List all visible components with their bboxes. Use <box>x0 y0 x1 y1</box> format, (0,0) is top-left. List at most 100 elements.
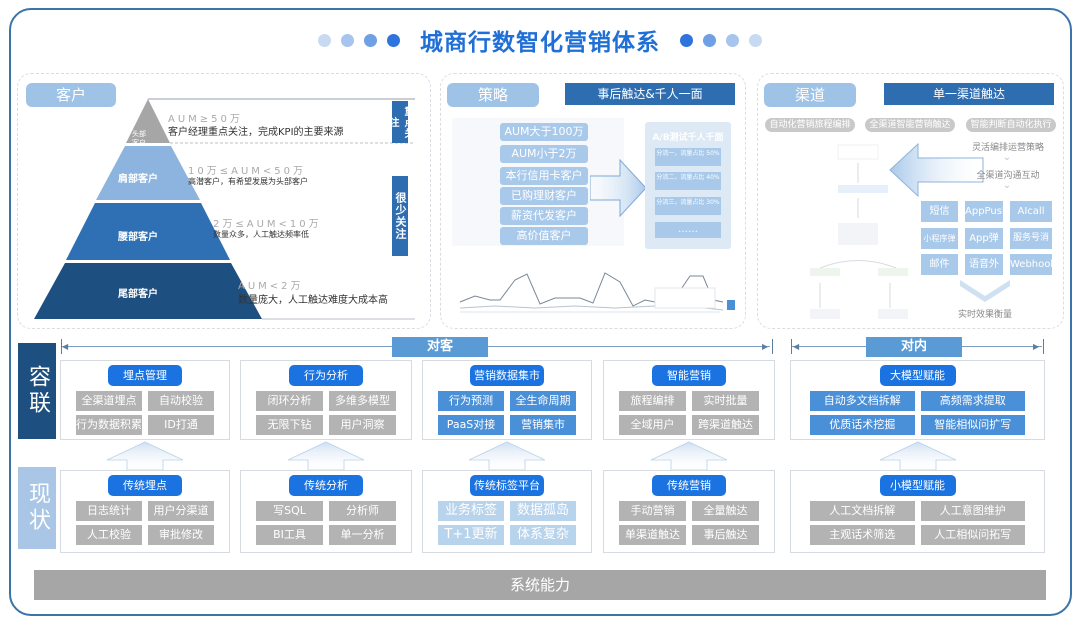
card-cell: 人工意图维护 <box>920 501 1025 521</box>
arrow-left-icon: ◀ <box>793 342 800 351</box>
up-arrow-icon <box>468 441 546 470</box>
card-cell: 单渠道触达 <box>619 525 686 545</box>
channel-item: AppPush <box>965 201 1008 222</box>
row-label-current: 现状 <box>18 467 56 549</box>
card-cell: 多维多模型 <box>329 391 396 411</box>
card-cell: 优质话术挖掘 <box>810 415 915 435</box>
arrow-left-icon: ◀ <box>62 342 69 351</box>
card-title: 埋点管理 <box>108 365 182 386</box>
card-cell: 营销集市 <box>510 415 576 435</box>
decor-dot <box>364 33 377 47</box>
card-cell: 用户分渠道 <box>148 501 214 521</box>
step-chevron-icon: ⌄ <box>1002 152 1012 163</box>
tier-waist-desc: 数量众多，人工触达频率低 <box>213 230 309 239</box>
capability-pill: 全渠道智能营销触达 <box>865 118 955 132</box>
little-focus-label: 很少关注 <box>392 176 408 256</box>
card-cell: BI工具 <box>256 525 323 545</box>
tier-shoulder-label: 肩部客户 <box>118 174 158 185</box>
card-cell: 业务标签 <box>438 501 504 521</box>
up-arrow-icon <box>106 441 184 470</box>
card-cell: PaaS对接 <box>438 415 504 435</box>
card-cell: 写SQL <box>256 501 323 521</box>
decor-dot <box>749 33 762 47</box>
card-cell: 无限下钻 <box>256 415 323 435</box>
card-cell: 智能相似问扩写 <box>920 415 1025 435</box>
trend-chart-thumbnail <box>459 272 735 313</box>
card-title: 智能营销 <box>652 365 726 386</box>
segment-item: 已购理财客户 <box>500 187 588 205</box>
row-label-text: 容联 <box>25 365 50 417</box>
card-title: 传统埋点 <box>108 475 182 496</box>
card-cell: 自动多文档拆解 <box>810 391 915 411</box>
tier-head-desc: 客户经理重点关注，完成KPI的主要来源 <box>168 127 344 138</box>
up-arrow-icon <box>287 441 365 470</box>
card-cell: 人工相似问拓写 <box>920 525 1025 545</box>
arrow-right-icon: ▶ <box>762 342 769 351</box>
flow-arrow-icon <box>590 158 647 218</box>
decor-dot <box>726 33 739 47</box>
row-label-ronglian: 容联 <box>18 343 56 439</box>
ab-group: 分流三，流量占比 30% <box>655 197 721 215</box>
segment-item: AUM小于2万 <box>500 145 588 163</box>
to-internal-tag: 对内 <box>866 337 962 357</box>
card-cell: 行为预测 <box>438 391 504 411</box>
focus-label: 重点关注 <box>387 101 413 143</box>
segment-item: 本行信用卡客户 <box>500 167 588 185</box>
header: 城商行数智化营销体系 <box>0 24 1080 56</box>
ab-group: 分流一，流量占比 50% <box>655 148 721 166</box>
channel-title: 单一渠道触达 <box>884 83 1054 105</box>
card-cell: 高频需求提取 <box>920 391 1025 411</box>
channel-item: 邮件 <box>921 254 958 275</box>
decor-dot <box>387 33 400 47</box>
card-cell: 全域用户 <box>619 415 686 435</box>
tick <box>61 339 62 354</box>
card-cell: 人工校验 <box>76 525 142 545</box>
card-cell: 日志统计 <box>76 501 142 521</box>
card-cell: T+1更新 <box>438 525 504 545</box>
tick <box>791 339 792 354</box>
card-cell: 行为数据积累 <box>76 415 142 435</box>
row-label-text: 现状 <box>25 482 50 534</box>
segment-item: AUM大于100万 <box>500 123 588 141</box>
card-cell: 分析师 <box>329 501 396 521</box>
step-chevron-icon: ⌄ <box>1002 180 1012 191</box>
card-cell: 实时批量 <box>692 391 759 411</box>
decor-dot <box>703 33 716 47</box>
card-cell: 单一分析 <box>329 525 396 545</box>
arrow-right-icon: ▶ <box>1033 342 1040 351</box>
card-cell: 审批修改 <box>148 525 214 545</box>
up-arrow-icon <box>879 441 956 470</box>
card-cell: 用户洞察 <box>329 415 396 435</box>
card-title: 传统分析 <box>289 475 363 496</box>
ab-group: 分流二，流量占比 40% <box>655 172 721 190</box>
segment-item: 薪资代发客户 <box>500 207 588 225</box>
card-cell: 人工文档拆解 <box>810 501 915 521</box>
tier-waist-label: 腰部客户 <box>118 232 158 243</box>
channel-item: 语音外呼 <box>965 254 1003 291</box>
decor-dot <box>680 33 693 47</box>
channel-item: 服务号消息 <box>1010 228 1052 264</box>
channel-tag: 渠道 <box>764 83 856 107</box>
card-cell: 闭环分析 <box>256 391 323 411</box>
tier-shoulder-desc: 高潜客户，有希望发展为头部客户 <box>188 177 308 186</box>
card-cell: 数据孤岛 <box>510 501 576 521</box>
tier-tail-label: 尾部客户 <box>118 289 158 300</box>
channel-item: 短信 <box>921 201 958 222</box>
card-cell: 跨渠道触达 <box>692 415 759 435</box>
card-cell: 旅程编排 <box>619 391 686 411</box>
card-cell: 事后触达 <box>692 525 759 545</box>
ab-group: …… <box>655 222 721 238</box>
channel-item: AIcall <box>1010 201 1052 222</box>
to-customer-tag: 对客 <box>392 337 488 357</box>
tier-tail-desc: 数量庞大，人工触达难度大成本高 <box>238 295 388 306</box>
card-cell: 体系复杂 <box>510 525 576 545</box>
up-arrow-icon <box>650 441 728 470</box>
channel-item: App弹窗 <box>965 228 1003 265</box>
card-title: 传统营销 <box>652 475 726 496</box>
card-cell: 手动营销 <box>619 501 686 521</box>
card-cell: 全渠道埋点 <box>76 391 142 411</box>
tier-tail-aum: AUM<2万 <box>238 281 304 292</box>
card-cell: 全生命周期 <box>510 391 576 411</box>
step-label: 实时效果衡量 <box>957 310 1012 320</box>
tier-head-label: 头部客户 <box>132 130 146 147</box>
